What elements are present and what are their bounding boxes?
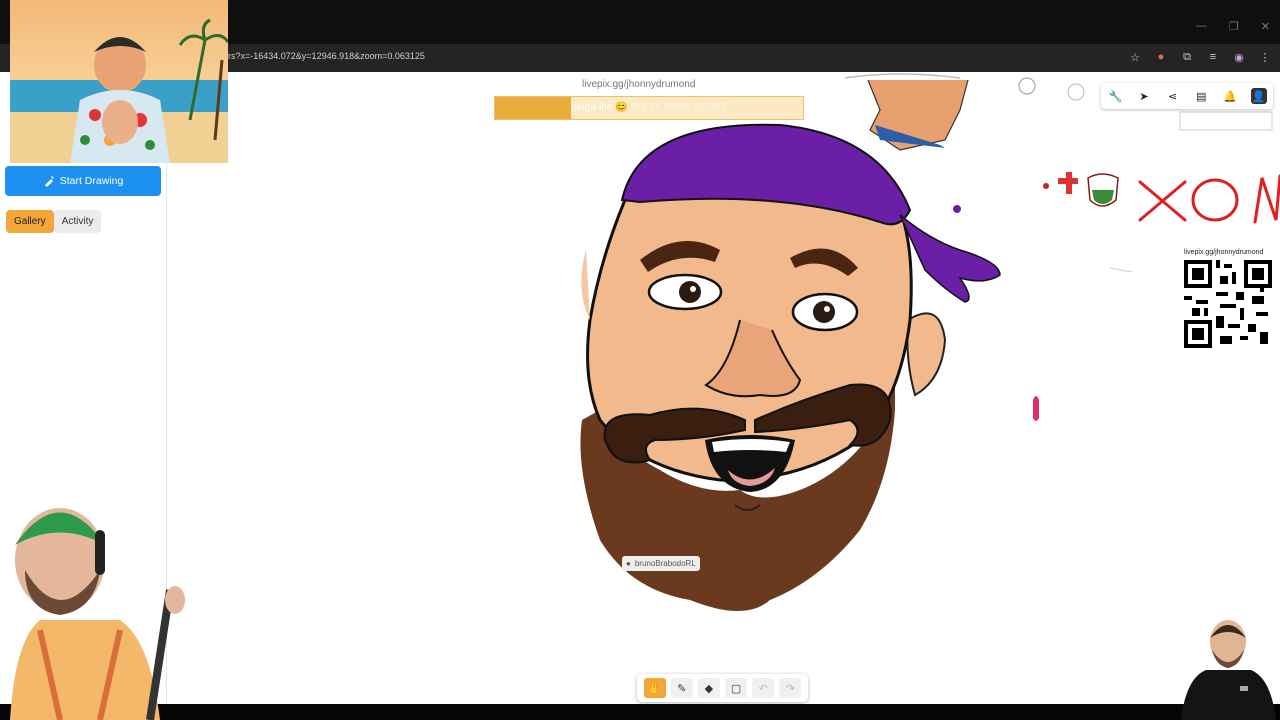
qr-code-icon xyxy=(1184,260,1272,348)
wrench-icon[interactable]: 🔧 xyxy=(1107,88,1123,104)
star-icon[interactable]: ☆ xyxy=(1128,50,1142,64)
chat-icon[interactable]: ▤ xyxy=(1193,88,1209,104)
share-icon[interactable]: ⋖ xyxy=(1165,88,1181,104)
canvas-drawings xyxy=(580,73,1280,611)
minimize-icon[interactable]: — xyxy=(1196,20,1207,33)
author-name: brunoBrabodoRL xyxy=(634,559,696,568)
pen-icon[interactable]: ✎ xyxy=(670,678,693,698)
user-icon: ● xyxy=(626,559,631,568)
bottom-strip xyxy=(0,704,1280,720)
webcam-streamer-right xyxy=(1181,620,1276,720)
undo-icon[interactable]: ↶ xyxy=(752,678,775,698)
donation-goal-text: pinga-lhe 😊 (R$ 24,80/R$ 100,00) xyxy=(495,102,803,113)
start-drawing-button[interactable]: Start Drawing xyxy=(5,166,161,196)
tab-activity[interactable]: Activity xyxy=(53,210,102,233)
canvas-top-toolbar: 🔧 ➤ ⋖ ▤ 🔔 👤 xyxy=(1101,83,1273,109)
webcam-streamer-left xyxy=(10,508,185,720)
eraser-icon[interactable]: ◆ xyxy=(697,678,720,698)
qr-label: livepix.gg/jhonnydrumond xyxy=(1184,249,1264,256)
url-text[interactable]: rs?x=-16434.072&y=12946.918&zoom=0.06312… xyxy=(228,51,425,61)
donation-goal-bar: pinga-lhe 😊 (R$ 24,80/R$ 100,00) xyxy=(494,96,804,120)
tab-gallery[interactable]: Gallery xyxy=(6,210,54,233)
user-icon[interactable]: 👤 xyxy=(1250,88,1267,104)
menu-icon[interactable]: ⋮ xyxy=(1258,50,1272,64)
browser-toolbar-icons: ☆ ● ⧉ ≡ ◉ ⋮ xyxy=(1128,50,1272,64)
close-icon[interactable]: ✕ xyxy=(1261,20,1270,33)
livepix-url-text: livepix.gg/jhonnydrumond xyxy=(582,79,696,90)
stream-overlay-illustration xyxy=(10,0,228,163)
author-tag[interactable]: ● brunoBrabodoRL xyxy=(622,556,700,571)
hand-icon[interactable]: ✋ xyxy=(643,678,666,698)
bell-icon[interactable]: 🔔 xyxy=(1222,88,1238,104)
goal-label: pinga-lhe 😊 xyxy=(571,102,628,113)
window-controls: — ❐ ✕ xyxy=(1196,20,1270,33)
redo-icon[interactable]: ↷ xyxy=(779,678,802,698)
profile-icon[interactable]: ◉ xyxy=(1232,50,1246,64)
brush-icon xyxy=(44,176,54,187)
media-icon[interactable]: ≡ xyxy=(1206,50,1220,64)
panel-tabs: Gallery Activity xyxy=(6,210,102,233)
drawing-canvas[interactable] xyxy=(167,72,1280,704)
rectangle-icon[interactable]: ▢ xyxy=(725,678,748,698)
goal-amount: (R$ 24,80/R$ 100,00) xyxy=(630,102,727,113)
maximize-icon[interactable]: ❐ xyxy=(1229,20,1239,33)
caricature-drawing xyxy=(580,123,1001,611)
xon-scribble xyxy=(1138,174,1280,224)
start-drawing-label: Start Drawing xyxy=(59,175,124,187)
drawing-tools-toolbar: ✋ ✎ ◆ ▢ ↶ ↷ xyxy=(637,674,808,702)
puzzle-icon[interactable]: ⧉ xyxy=(1180,50,1194,64)
extension-icon[interactable]: ● xyxy=(1154,50,1168,64)
pointer-icon[interactable]: ➤ xyxy=(1136,88,1152,104)
